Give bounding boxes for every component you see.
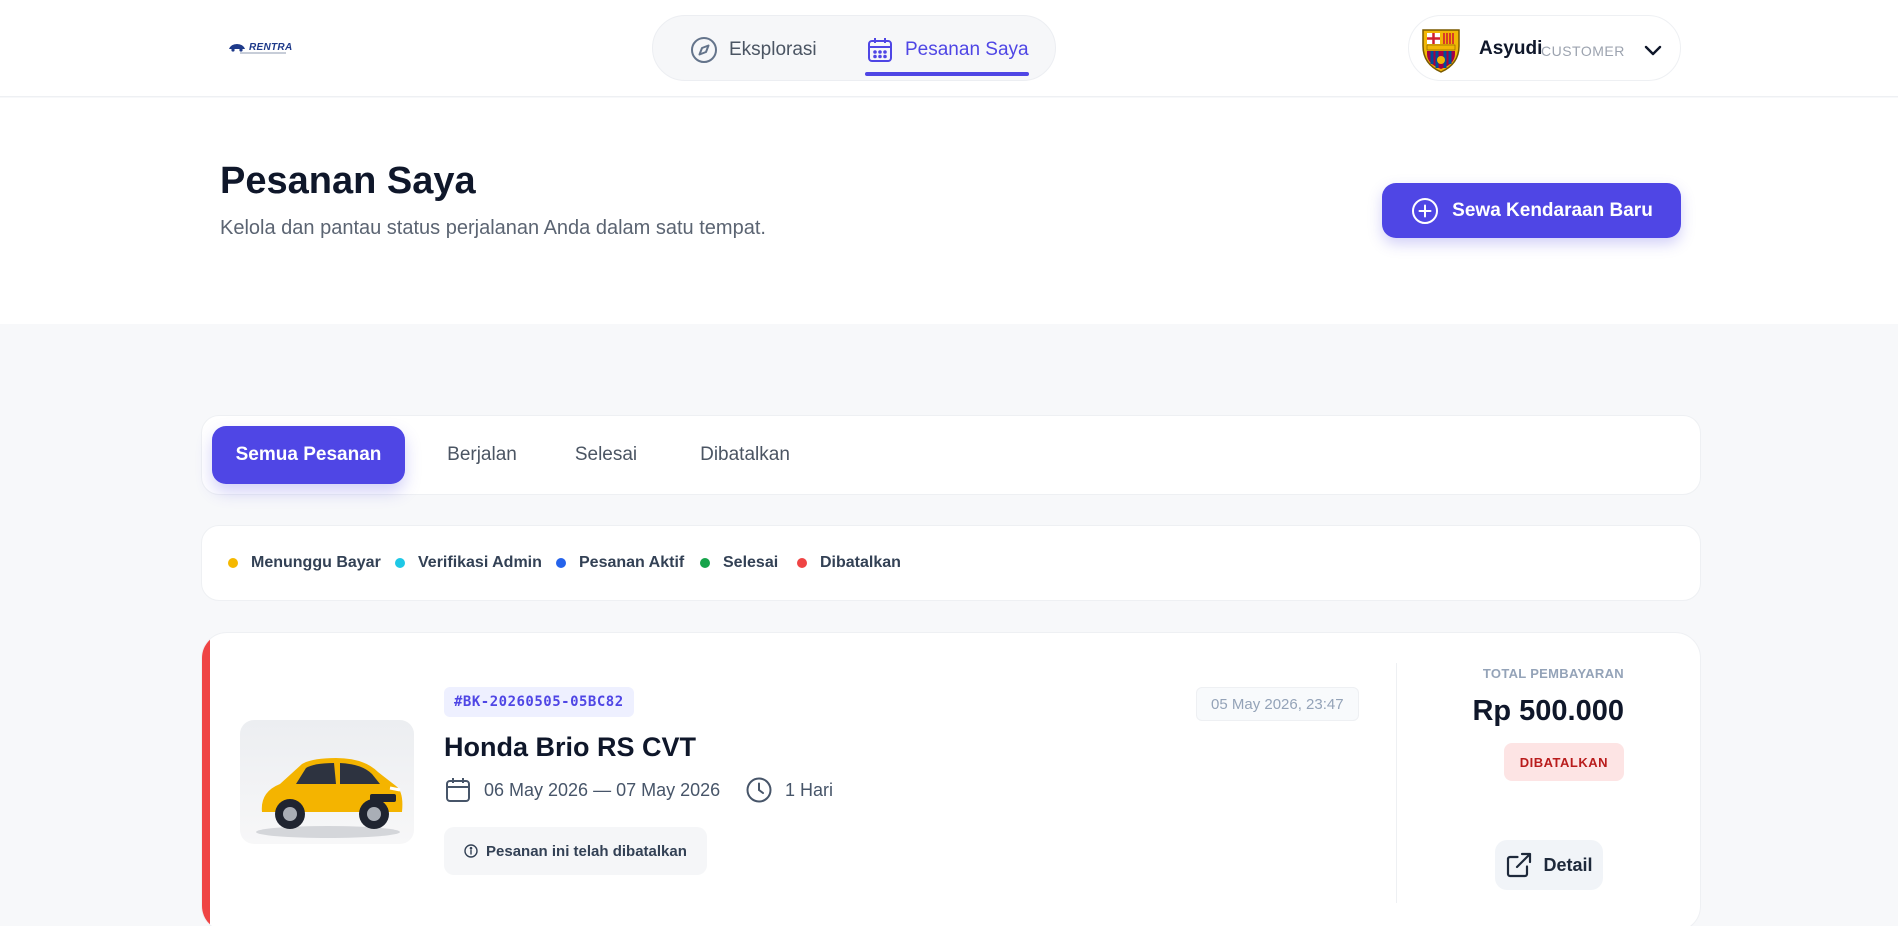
tab-berjalan[interactable]: Berjalan	[430, 426, 534, 484]
note-text: Pesanan ini telah dibatalkan	[486, 842, 687, 860]
external-link-icon	[1507, 852, 1532, 878]
total-payment-amount: Rp 500.000	[1472, 695, 1624, 727]
rental-date-range: 06 May 2026 — 07 May 2026	[444, 776, 720, 804]
compass-icon	[691, 37, 717, 63]
card-divider	[1396, 663, 1397, 903]
logo-tagline-line	[240, 52, 286, 54]
nav-label: Eksplorasi	[729, 39, 817, 60]
detail-label: Detail	[1543, 854, 1593, 875]
top-navigation-bar: RENTRA Eksplorasi Pesanan Saya Asyudi CU…	[0, 0, 1898, 97]
nav-label: Pesanan Saya	[905, 39, 1029, 60]
car-name: Honda Brio RS CVT	[444, 732, 697, 762]
nav-item-eksplorasi[interactable]: Eksplorasi	[689, 32, 817, 68]
status-dot	[556, 558, 566, 568]
car-logo-icon	[229, 44, 245, 52]
nav-item-pesanan-saya[interactable]: Pesanan Saya	[865, 32, 1029, 76]
clock-icon	[746, 777, 772, 803]
page-subtitle: Kelola dan pantau status perjalanan Anda…	[220, 217, 766, 239]
page-title: Pesanan Saya	[220, 160, 476, 202]
chevron-down-icon[interactable]	[1641, 38, 1665, 62]
user-name: Asyudi	[1479, 38, 1543, 59]
legend-item-verifikasi-admin: Verifikasi Admin	[395, 554, 542, 572]
duration-text: 1 Hari	[785, 779, 834, 800]
booking-filter-tabs: Semua Pesanan Berjalan Selesai Dibatalka…	[201, 415, 1701, 495]
calendar-icon	[868, 38, 892, 62]
date-range-text: 06 May 2026 — 07 May 2026	[484, 779, 721, 800]
plus-circle-icon	[1412, 197, 1439, 224]
info-icon	[464, 844, 478, 858]
car-photo-icon	[256, 758, 403, 838]
legend-label: Verifikasi Admin	[418, 554, 542, 571]
tab-selesai[interactable]: Selesai	[560, 426, 652, 484]
new-rental-label: Sewa Kendaraan Baru	[1452, 199, 1653, 221]
status-accent-bar	[202, 633, 210, 926]
legend-item-menunggu-bayar: Menunggu Bayar	[228, 554, 381, 572]
logo-text: RENTRA	[249, 41, 293, 53]
status-legend: Menunggu Bayar Verifikasi Admin Pesanan …	[201, 525, 1701, 601]
tab-dibatalkan[interactable]: Dibatalkan	[679, 426, 811, 484]
car-image	[240, 720, 414, 844]
legend-label: Selesai	[723, 554, 779, 571]
booking-code: #BK-20260505-05BC82	[444, 687, 634, 717]
legend-label: Pesanan Aktif	[579, 554, 685, 571]
legend-label: Menunggu Bayar	[251, 554, 381, 571]
booking-card[interactable]: #BK-20260505-05BC82 Honda Brio RS CVT 06…	[201, 632, 1701, 926]
legend-item-pesanan-aktif: Pesanan Aktif	[556, 554, 684, 572]
user-role: CUSTOMER	[1541, 43, 1625, 59]
rental-duration: 1 Hari	[745, 776, 833, 804]
calendar-icon	[446, 778, 470, 802]
status-dot	[797, 558, 807, 568]
status-dot	[700, 558, 710, 568]
status-badge: DIBATALKAN	[1503, 743, 1624, 781]
cancellation-note: Pesanan ini telah dibatalkan	[444, 827, 707, 875]
legend-item-dibatalkan: Dibatalkan	[797, 554, 901, 572]
user-menu[interactable]: Asyudi CUSTOMER	[1408, 15, 1681, 81]
avatar	[1422, 29, 1460, 73]
main-nav: Eksplorasi Pesanan Saya	[652, 15, 1056, 81]
total-payment-label: TOTAL PEMBAYARAN	[1482, 666, 1624, 681]
order-timestamp: 05 May 2026, 23:47	[1196, 687, 1359, 721]
tab-semua-pesanan[interactable]: Semua Pesanan	[212, 426, 405, 484]
detail-button[interactable]: Detail	[1495, 840, 1603, 890]
legend-item-selesai: Selesai	[700, 554, 778, 572]
legend-label: Dibatalkan	[820, 554, 901, 571]
status-dot	[395, 558, 405, 568]
status-dot	[228, 558, 238, 568]
new-rental-button[interactable]: Sewa Kendaraan Baru	[1382, 183, 1681, 238]
